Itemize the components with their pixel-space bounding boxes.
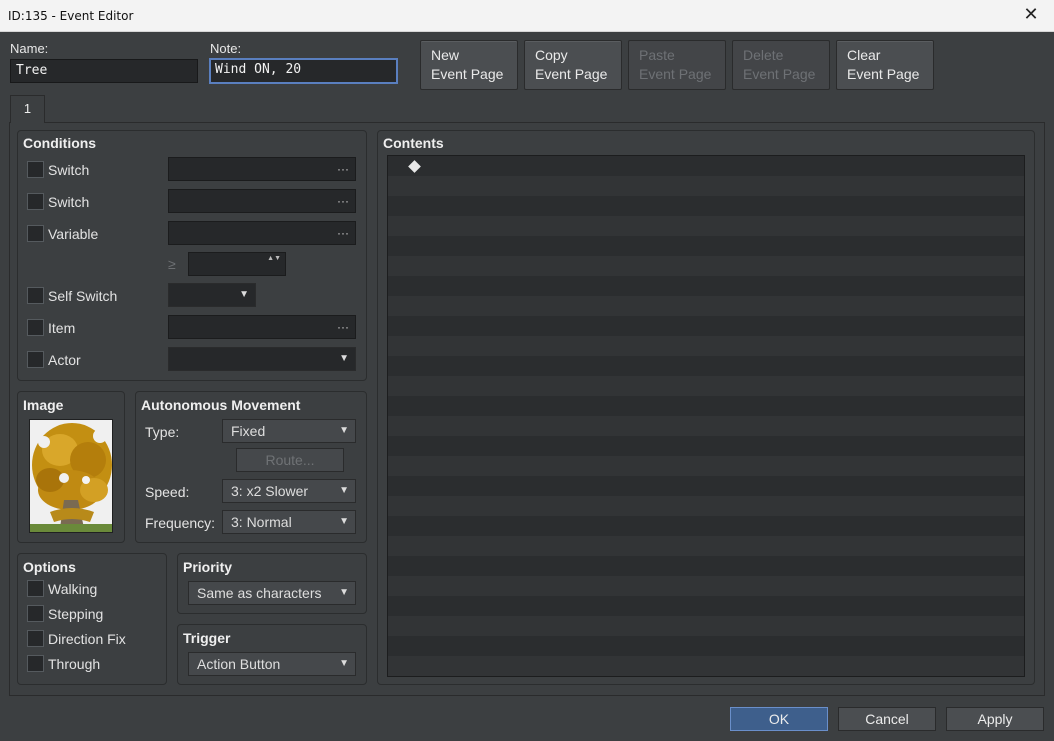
- chevron-down-icon: ▼: [339, 353, 349, 364]
- options-title: Options: [23, 559, 76, 575]
- button-label-line2: Event Page: [743, 66, 816, 82]
- movement-type-label: Type:: [145, 424, 180, 440]
- variable-field[interactable]: ···: [168, 221, 356, 245]
- item-checkbox[interactable]: [27, 319, 44, 336]
- switch2-checkbox[interactable]: [27, 193, 44, 210]
- window-title: ID:135 - Event Editor: [8, 9, 134, 23]
- ellipsis-icon: ···: [337, 226, 349, 240]
- variable-checkbox[interactable]: [27, 225, 44, 242]
- button-label-line2: Event Page: [431, 66, 504, 82]
- autonomous-movement-title: Autonomous Movement: [141, 397, 301, 413]
- spinner-arrows-icon[interactable]: ▲▼: [267, 254, 281, 263]
- self-switch-checkbox[interactable]: [27, 287, 44, 304]
- self-switch-select[interactable]: ▼: [168, 283, 256, 307]
- button-label-line1: Delete: [743, 47, 784, 63]
- paste-event-page-button[interactable]: Paste Event Page: [628, 40, 726, 90]
- tab-page-1[interactable]: 1: [10, 95, 45, 123]
- ellipsis-icon: ···: [337, 162, 349, 176]
- switch1-checkbox[interactable]: [27, 161, 44, 178]
- button-label-line1: Paste: [639, 47, 675, 63]
- tree-sprite-graphic: [30, 420, 112, 532]
- chevron-down-icon: ▼: [339, 516, 349, 527]
- trigger-value: Action Button: [197, 656, 281, 672]
- actor-select[interactable]: ▼: [168, 347, 356, 371]
- cancel-button[interactable]: Cancel: [838, 707, 936, 731]
- switch1-field[interactable]: ···: [168, 157, 356, 181]
- movement-type-value: Fixed: [231, 423, 266, 439]
- movement-speed-label: Speed:: [145, 484, 190, 500]
- tree-sprite-icon[interactable]: [29, 419, 113, 533]
- button-label-line2: Event Page: [535, 66, 608, 82]
- button-label-line1: Copy: [535, 47, 568, 63]
- direction-fix-label: Direction Fix: [48, 631, 126, 647]
- delete-event-page-button[interactable]: Delete Event Page: [732, 40, 830, 90]
- through-checkbox[interactable]: [27, 655, 44, 672]
- image-title: Image: [23, 397, 64, 413]
- switch1-label: Switch: [48, 162, 90, 178]
- note-label: Note:: [210, 41, 242, 56]
- event-command-list[interactable]: [387, 155, 1025, 677]
- name-field[interactable]: Tree: [10, 59, 198, 83]
- item-field[interactable]: ···: [168, 315, 356, 339]
- command-diamond-icon[interactable]: [408, 160, 421, 173]
- close-icon[interactable]: ✕: [1008, 0, 1054, 32]
- gte-label: ≥: [168, 256, 176, 272]
- button-label-line1: Clear: [847, 47, 881, 63]
- priority-value: Same as characters: [197, 585, 322, 601]
- through-label: Through: [48, 656, 101, 672]
- button-label-line1: New: [431, 47, 460, 63]
- trigger-select[interactable]: Action Button ▼: [188, 652, 356, 676]
- priority-select[interactable]: Same as characters ▼: [188, 581, 356, 605]
- movement-frequency-select[interactable]: 3: Normal ▼: [222, 510, 356, 534]
- self-switch-label: Self Switch: [48, 288, 118, 304]
- movement-speed-value: 3: x2 Slower: [231, 483, 309, 499]
- movement-type-select[interactable]: Fixed ▼: [222, 419, 356, 443]
- item-label: Item: [48, 320, 76, 336]
- chevron-down-icon: ▼: [339, 587, 349, 598]
- copy-event-page-button[interactable]: Copy Event Page: [524, 40, 622, 90]
- ok-button[interactable]: OK: [730, 707, 828, 731]
- trigger-title: Trigger: [183, 630, 231, 646]
- variable-label: Variable: [48, 226, 99, 242]
- movement-speed-select[interactable]: 3: x2 Slower ▼: [222, 479, 356, 503]
- variable-value-spinner[interactable]: ▲▼: [188, 252, 286, 276]
- name-label: Name:: [10, 41, 49, 56]
- movement-frequency-value: 3: Normal: [231, 514, 292, 530]
- ellipsis-icon: ···: [337, 320, 349, 334]
- walking-checkbox[interactable]: [27, 580, 44, 597]
- note-field[interactable]: Wind ON, 20: [209, 58, 398, 84]
- button-label-line2: Event Page: [847, 66, 920, 82]
- chevron-down-icon: ▼: [339, 485, 349, 496]
- ellipsis-icon: ···: [337, 194, 349, 208]
- switch2-label: Switch: [48, 194, 90, 210]
- walking-label: Walking: [48, 581, 98, 597]
- new-event-page-button[interactable]: New Event Page: [420, 40, 518, 90]
- switch2-field[interactable]: ···: [168, 189, 356, 213]
- button-label-line2: Event Page: [639, 66, 712, 82]
- clear-event-page-button[interactable]: Clear Event Page: [836, 40, 934, 90]
- route-button[interactable]: Route...: [236, 448, 344, 472]
- contents-title: Contents: [383, 135, 444, 151]
- actor-label: Actor: [48, 352, 81, 368]
- priority-title: Priority: [183, 559, 233, 575]
- stepping-label: Stepping: [48, 606, 104, 622]
- title-bar: ID:135 - Event Editor ✕: [0, 0, 1054, 32]
- actor-checkbox[interactable]: [27, 351, 44, 368]
- chevron-down-icon: ▼: [339, 658, 349, 669]
- chevron-down-icon: ▼: [239, 289, 249, 300]
- movement-frequency-label: Frequency:: [145, 515, 216, 531]
- direction-fix-checkbox[interactable]: [27, 630, 44, 647]
- conditions-title: Conditions: [23, 135, 97, 151]
- apply-button[interactable]: Apply: [946, 707, 1044, 731]
- chevron-down-icon: ▼: [339, 425, 349, 436]
- stepping-checkbox[interactable]: [27, 605, 44, 622]
